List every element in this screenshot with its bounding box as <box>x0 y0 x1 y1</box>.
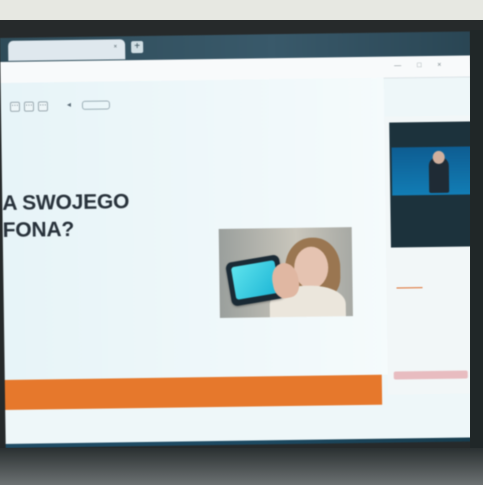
video-preview[interactable] <box>389 121 476 248</box>
slide-nav-icon[interactable]: ⋯ <box>37 101 49 112</box>
slide-toolbar: ⋯ ⋯ ⋯ ◂ <box>9 98 113 116</box>
toolbar-button[interactable] <box>81 100 111 110</box>
monitor-photo: × + — □ × ⋯ ⋯ ⋯ ◂ A SWOJEGO FONA? <box>0 0 483 485</box>
presenter-head <box>432 150 445 164</box>
slide-headline-line: FONA? <box>2 217 75 242</box>
video-caption <box>398 202 432 210</box>
monitor-screen: × + — □ × ⋯ ⋯ ⋯ ◂ A SWOJEGO FONA? <box>0 31 476 448</box>
sidebar-message-input[interactable] <box>395 409 461 422</box>
video-frame <box>391 146 476 196</box>
monitor-bezel-right <box>470 30 483 485</box>
child-with-phone-photo <box>218 227 353 318</box>
windows-taskbar <box>5 437 476 448</box>
close-icon[interactable]: × <box>114 44 118 50</box>
url-text[interactable] <box>7 66 130 77</box>
slide-nav-icon[interactable]: ⋯ <box>9 101 21 112</box>
window-controls[interactable]: — □ × <box>394 62 448 70</box>
slide-nav-icon[interactable]: ⋯ <box>23 101 35 112</box>
sidebar-alert-banner <box>393 370 468 380</box>
slide-headline: A SWOJEGO FONA? <box>2 188 178 248</box>
orange-slide-footer <box>4 374 383 410</box>
monitor-bezel-bottom <box>0 448 483 485</box>
sidebar-notice <box>409 332 475 347</box>
active-tab-indicator <box>396 287 423 289</box>
sidebar-tabs <box>396 277 462 290</box>
slide-headline-line: A SWOJEGO <box>2 190 130 215</box>
browser-tab[interactable]: × <box>8 39 126 61</box>
sidebar-title <box>396 254 438 263</box>
left-arrow-icon[interactable]: ◂ <box>67 99 79 111</box>
plus-icon[interactable]: + <box>131 41 144 54</box>
